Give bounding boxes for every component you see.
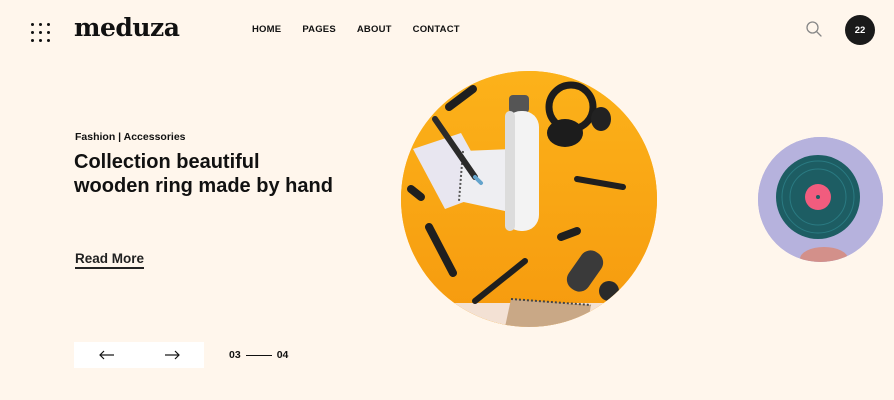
- hero-category: Fashion | Accessories: [75, 131, 186, 143]
- main-nav: HOME PAGES ABOUT CONTACT: [252, 24, 460, 35]
- nav-pages[interactable]: PAGES: [302, 24, 336, 35]
- read-more-link[interactable]: Read More: [75, 251, 145, 269]
- pager-current: 03: [229, 349, 241, 361]
- hero-headline: Collection beautiful wooden ring made by…: [74, 151, 333, 197]
- cart-count: 22: [854, 24, 866, 36]
- search-icon[interactable]: [805, 20, 823, 38]
- grid-menu-icon[interactable]: [31, 23, 50, 42]
- nav-about[interactable]: ABOUT: [357, 24, 392, 35]
- arrow-left-icon[interactable]: [92, 345, 122, 365]
- pager-divider: [245, 354, 272, 356]
- cart-button[interactable]: 22: [845, 15, 875, 45]
- side-product-image: [758, 137, 883, 262]
- nav-home[interactable]: HOME: [252, 24, 281, 35]
- logo[interactable]: meduza: [74, 13, 180, 42]
- pager-total: 04: [276, 349, 289, 361]
- slide-pager: 03 04: [229, 349, 288, 361]
- slider-arrows: [74, 342, 204, 368]
- nav-contact[interactable]: CONTACT: [413, 24, 460, 35]
- arrow-right-icon[interactable]: [157, 345, 187, 365]
- hero-product-image: [401, 71, 657, 327]
